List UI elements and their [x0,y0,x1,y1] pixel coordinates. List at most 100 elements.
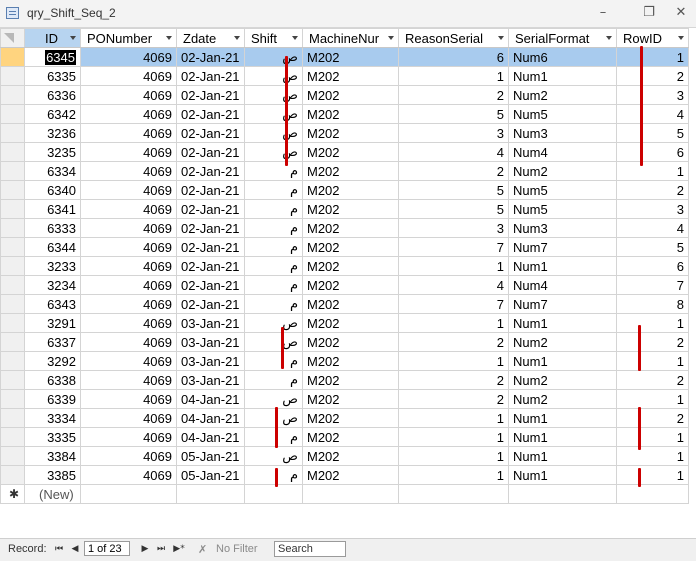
chevron-down-icon[interactable] [166,36,172,40]
no-filter-button[interactable]: No Filter [216,543,258,555]
cell-rowid[interactable]: 1 [616,465,689,485]
cell-id[interactable]: 3334 [24,408,81,428]
cell-shift[interactable]: م [244,218,303,238]
cell-shift[interactable]: ص [244,446,303,466]
cell-rowid[interactable]: 3 [616,85,689,105]
cell-ponumber[interactable]: 4069 [80,218,177,238]
cell-shift[interactable]: م [244,256,303,276]
cell-machinenur[interactable]: M202 [302,351,399,371]
record-selector[interactable] [0,370,25,390]
cell-zdate[interactable]: 03-Jan-21 [176,332,245,352]
record-selector[interactable] [0,408,25,428]
cell-serialformat[interactable]: Num1 [508,351,617,371]
restore-icon[interactable]: ❐ [636,4,662,22]
minimize-icon[interactable]: – [590,4,616,22]
record-selector[interactable] [0,389,25,409]
table-row[interactable]: 6342 4069 02-Jan-21 ص M202 5 Num5 4 [0,104,689,124]
chevron-down-icon[interactable] [678,36,684,40]
new-cell-machinenur[interactable] [302,484,399,504]
cell-machinenur[interactable]: M202 [302,408,399,428]
record-selector[interactable] [0,351,25,371]
cell-ponumber[interactable]: 4069 [80,389,177,409]
cell-id[interactable]: 6344 [24,237,81,257]
cell-shift[interactable]: م [244,370,303,390]
table-row[interactable]: 3233 4069 02-Jan-21 م M202 1 Num1 6 [0,256,689,276]
cell-shift[interactable]: م [244,294,303,314]
cell-reasonserial[interactable]: 1 [398,351,509,371]
record-selector[interactable] [0,199,25,219]
cell-zdate[interactable]: 04-Jan-21 [176,408,245,428]
table-row[interactable]: 3235 4069 02-Jan-21 ص M202 4 Num4 6 [0,142,689,162]
cell-rowid[interactable]: 2 [616,370,689,390]
table-row[interactable]: 3236 4069 02-Jan-21 ص M202 3 Num3 5 [0,123,689,143]
chevron-down-icon[interactable] [498,36,504,40]
cell-rowid[interactable]: 7 [616,275,689,295]
cell-shift[interactable]: م [244,275,303,295]
cell-reasonserial[interactable]: 2 [398,85,509,105]
table-row[interactable]: 6341 4069 02-Jan-21 م M202 5 Num5 3 [0,199,689,219]
new-cell-rowid[interactable] [616,484,689,504]
cell-shift[interactable]: م [244,465,303,485]
cell-rowid[interactable]: 2 [616,66,689,86]
record-selector[interactable] [0,66,25,86]
cell-machinenur[interactable]: M202 [302,237,399,257]
cell-ponumber[interactable]: 4069 [80,180,177,200]
select-all-corner[interactable] [0,28,25,48]
cell-reasonserial[interactable]: 1 [398,427,509,447]
cell-machinenur[interactable]: M202 [302,275,399,295]
cell-machinenur[interactable]: M202 [302,332,399,352]
table-row[interactable]: 6335 4069 02-Jan-21 ص M202 1 Num1 2 [0,66,689,86]
column-header-ponumber[interactable]: PONumber [80,28,177,48]
column-header-id[interactable]: ID [24,28,81,48]
cell-zdate[interactable]: 02-Jan-21 [176,104,245,124]
cell-shift[interactable]: م [244,351,303,371]
cell-shift[interactable]: ص [244,66,303,86]
cell-serialformat[interactable]: Num4 [508,142,617,162]
record-selector[interactable] [0,294,25,314]
cell-id[interactable]: 6345 [24,47,81,67]
cell-zdate[interactable]: 03-Jan-21 [176,370,245,390]
cell-rowid[interactable]: 4 [616,218,689,238]
column-header-reasonserial[interactable]: ReasonSerial [398,28,509,48]
record-selector[interactable] [0,123,25,143]
cell-ponumber[interactable]: 4069 [80,294,177,314]
table-row[interactable]: 6337 4069 03-Jan-21 ص M202 2 Num2 2 [0,332,689,352]
cell-ponumber[interactable]: 4069 [80,237,177,257]
cell-machinenur[interactable]: M202 [302,104,399,124]
table-row[interactable]: 3234 4069 02-Jan-21 م M202 4 Num4 7 [0,275,689,295]
table-row[interactable]: 6338 4069 03-Jan-21 م M202 2 Num2 2 [0,370,689,390]
cell-reasonserial[interactable]: 3 [398,123,509,143]
cell-reasonserial[interactable]: 4 [398,142,509,162]
cell-rowid[interactable]: 5 [616,237,689,257]
cell-machinenur[interactable]: M202 [302,142,399,162]
cell-zdate[interactable]: 02-Jan-21 [176,47,245,67]
record-selector[interactable] [0,142,25,162]
cell-serialformat[interactable]: Num3 [508,123,617,143]
cell-shift[interactable]: م [244,237,303,257]
cell-zdate[interactable]: 02-Jan-21 [176,85,245,105]
cell-reasonserial[interactable]: 4 [398,275,509,295]
column-header-zdate[interactable]: Zdate [176,28,245,48]
cell-rowid[interactable]: 6 [616,256,689,276]
cell-rowid[interactable]: 1 [616,351,689,371]
cell-rowid[interactable]: 2 [616,332,689,352]
cell-zdate[interactable]: 02-Jan-21 [176,66,245,86]
cell-ponumber[interactable]: 4069 [80,446,177,466]
cell-id[interactable]: 3291 [24,313,81,333]
cell-zdate[interactable]: 02-Jan-21 [176,142,245,162]
cell-id[interactable]: 6335 [24,66,81,86]
cell-zdate[interactable]: 02-Jan-21 [176,294,245,314]
record-selector[interactable] [0,161,25,181]
table-row[interactable]: 3335 4069 04-Jan-21 م M202 1 Num1 1 [0,427,689,447]
cell-id[interactable]: 3235 [24,142,81,162]
cell-serialformat[interactable]: Num5 [508,104,617,124]
cell-id[interactable]: 6337 [24,332,81,352]
record-selector[interactable]: ✱ [0,484,25,504]
cell-id[interactable]: 6333 [24,218,81,238]
cell-machinenur[interactable]: M202 [302,427,399,447]
column-header-machinenur[interactable]: MachineNur [302,28,399,48]
cell-shift[interactable]: م [244,161,303,181]
cell-machinenur[interactable]: M202 [302,313,399,333]
cell-serialformat[interactable]: Num1 [508,446,617,466]
record-selector[interactable] [0,465,25,485]
